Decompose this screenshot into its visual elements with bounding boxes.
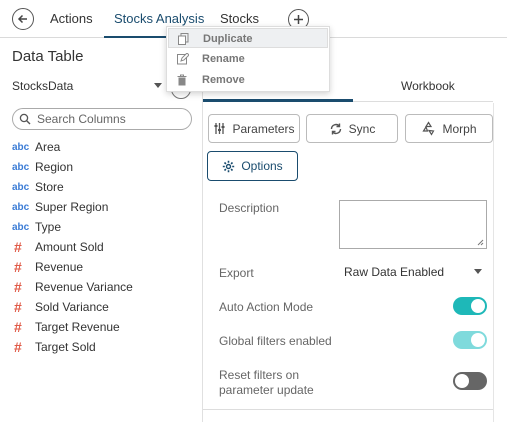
toggle-knob <box>471 299 485 313</box>
column-name: Target Revenue <box>35 320 120 334</box>
menu-item-duplicate[interactable]: Duplicate <box>168 28 328 48</box>
column-name: Revenue <box>35 260 84 274</box>
gear-icon <box>223 160 235 172</box>
recycle-icon <box>422 121 435 136</box>
resize-handle-icon[interactable] <box>477 239 484 246</box>
text-type-icon: abc <box>12 181 30 193</box>
numeric-type-icon: # <box>14 279 22 295</box>
options-button[interactable]: Options <box>207 151 298 181</box>
column-name: Amount Sold <box>35 240 104 254</box>
text-type-icon: abc <box>12 161 30 173</box>
column-name: Type <box>35 220 62 234</box>
toggle-knob <box>471 333 485 347</box>
divider <box>203 409 493 410</box>
column-item-type[interactable]: abc Type <box>12 217 197 237</box>
text-type-icon: abc <box>12 201 30 213</box>
tab-context-menu: Duplicate Rename Remove <box>166 26 330 92</box>
column-item-region[interactable]: abc Region <box>12 157 197 177</box>
description-label: Description <box>219 201 280 215</box>
back-button[interactable] <box>12 8 34 30</box>
menu-item-rename[interactable]: Rename <box>168 49 328 69</box>
tab-active-indicator[interactable] <box>203 99 353 102</box>
global-filters-label: Global filters enabled <box>219 334 332 348</box>
reset-filters-label-line2: parameter update <box>219 383 314 397</box>
column-list: abc Area abc Region abc Store abc Super Regi… <box>12 137 197 357</box>
menu-item-label: Duplicate <box>203 33 253 45</box>
data-table-panel: Data Table StocksData abc Area abc Region … <box>0 39 203 422</box>
parameters-button[interactable]: Parameters <box>208 114 300 143</box>
export-label: Export <box>219 266 254 280</box>
column-name: Target Sold <box>35 340 96 354</box>
column-item-revenue[interactable]: # Revenue <box>12 257 197 277</box>
numeric-type-icon: # <box>14 299 22 315</box>
column-name: Region <box>35 160 74 174</box>
toggle-knob <box>455 374 469 388</box>
column-item-super-region[interactable]: abc Super Region <box>12 197 197 217</box>
panel-title: Data Table <box>12 48 84 65</box>
tab-workbook[interactable]: Workbook <box>401 79 455 93</box>
numeric-type-icon: # <box>14 319 22 335</box>
datasource-select[interactable]: StocksData <box>12 79 164 97</box>
menu-item-label: Remove <box>202 74 245 86</box>
search-box[interactable] <box>12 108 192 130</box>
edit-icon <box>177 53 189 65</box>
scrollbar-track[interactable] <box>493 103 494 422</box>
global-filters-toggle[interactable] <box>453 331 487 349</box>
search-columns-input[interactable] <box>37 111 187 127</box>
text-type-icon: abc <box>12 221 30 233</box>
menu-item-label: Rename <box>202 53 245 65</box>
column-name: Revenue Variance <box>35 280 133 294</box>
copy-icon <box>178 33 189 45</box>
column-item-target-revenue[interactable]: # Target Revenue <box>12 317 197 337</box>
numeric-type-icon: # <box>14 239 22 255</box>
trash-icon <box>177 74 187 86</box>
chevron-down-icon[interactable] <box>154 83 162 88</box>
sliders-icon <box>214 123 225 134</box>
column-name: Store <box>35 180 64 194</box>
workbook-panel: Workbook Parameters Sync Morph Options D… <box>203 39 507 422</box>
morph-label: Morph <box>442 121 477 136</box>
column-item-revenue-variance[interactable]: # Revenue Variance <box>12 277 197 297</box>
reset-filters-label: Reset filters on <box>219 368 300 382</box>
column-item-amount-sold[interactable]: # Amount Sold <box>12 237 197 257</box>
menu-item-remove[interactable]: Remove <box>168 70 328 90</box>
morph-button[interactable]: Morph <box>405 114 493 143</box>
sync-button[interactable]: Sync <box>306 114 398 143</box>
options-label: Options <box>241 159 283 173</box>
text-type-icon: abc <box>12 141 30 153</box>
sync-icon <box>330 123 341 134</box>
parameters-label: Parameters <box>232 121 295 136</box>
auto-action-label: Auto Action Mode <box>219 300 314 314</box>
column-name: Area <box>35 140 61 154</box>
numeric-type-icon: # <box>14 259 22 275</box>
column-item-sold-variance[interactable]: # Sold Variance <box>12 297 197 317</box>
auto-action-toggle[interactable] <box>453 297 487 315</box>
tab-divider <box>353 101 493 102</box>
search-icon <box>19 113 31 125</box>
column-item-area[interactable]: abc Area <box>12 137 197 157</box>
arrow-left-icon <box>17 14 27 24</box>
reset-filters-toggle[interactable] <box>453 372 487 390</box>
column-name: Sold Variance <box>35 300 109 314</box>
chevron-down-icon[interactable] <box>474 269 482 274</box>
sync-label: Sync <box>348 121 376 136</box>
export-select[interactable]: Raw Data Enabled <box>344 265 489 283</box>
description-textarea[interactable] <box>339 200 487 249</box>
column-name: Super Region <box>35 200 109 214</box>
column-item-target-sold[interactable]: # Target Sold <box>12 337 197 357</box>
numeric-type-icon: # <box>14 339 22 355</box>
column-item-store[interactable]: abc Store <box>12 177 197 197</box>
plus-icon <box>294 15 303 24</box>
tab-actions[interactable]: Actions <box>50 0 93 38</box>
